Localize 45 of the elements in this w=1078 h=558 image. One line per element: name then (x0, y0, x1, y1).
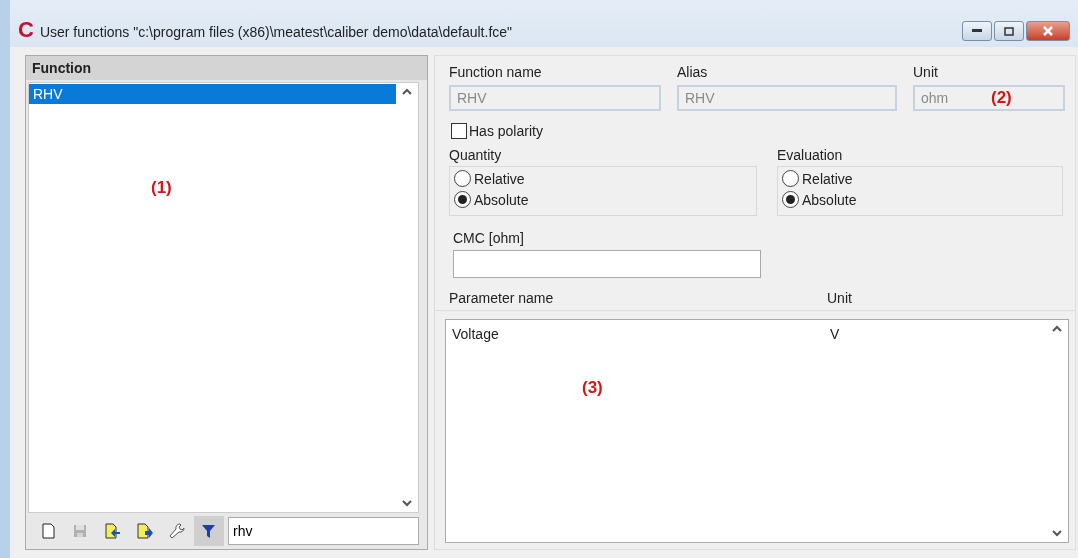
filter-button[interactable] (194, 516, 224, 546)
field-label: CMC [ohm] (453, 230, 525, 246)
radio-label: Relative (802, 170, 853, 187)
text-field[interactable] (453, 250, 761, 278)
group-label: Quantity (449, 147, 503, 163)
scroll-up-icon[interactable] (1051, 324, 1063, 334)
minimize-button[interactable] (962, 21, 992, 41)
checkbox-label: Has polarity (469, 123, 543, 139)
radio-button[interactable] (782, 170, 799, 187)
group-label: Evaluation (777, 147, 844, 163)
close-icon (1042, 26, 1054, 36)
table-cell-text: Voltage (452, 326, 500, 342)
column-header: Parameter name (449, 290, 555, 306)
document-arrow-left-icon (104, 523, 122, 539)
list-item[interactable]: RHV (29, 84, 396, 104)
column-header: Function (26, 56, 427, 80)
radio-label: Absolute (802, 191, 857, 208)
radio-label: Relative (474, 170, 525, 187)
annotation-label: (3) (582, 378, 603, 398)
radio-label: Absolute (474, 191, 529, 208)
field-label: Unit (913, 64, 939, 82)
maximize-icon (1004, 26, 1014, 36)
funnel-icon (200, 523, 218, 539)
field-label: Alias (677, 64, 709, 82)
close-button[interactable] (1026, 21, 1070, 41)
scroll-down-icon[interactable] (1051, 528, 1063, 538)
document-arrow-right-icon (136, 523, 154, 539)
wrench-icon (168, 523, 186, 539)
scroll-up-icon[interactable] (401, 87, 413, 97)
filter-field[interactable]: rhv (228, 517, 419, 545)
radio-button[interactable] (782, 191, 799, 208)
radio-button[interactable] (454, 191, 471, 208)
field-label: Function name (449, 64, 543, 82)
checkbox[interactable] (451, 123, 467, 139)
annotation-label: (2) (991, 88, 1012, 108)
minimize-icon (972, 29, 982, 33)
scroll-down-icon[interactable] (401, 498, 413, 508)
window-title: User functions "c:\program files (x86)\meatest\caliber demo\data\default.fce" (39, 24, 514, 41)
radio-button[interactable] (454, 170, 471, 187)
column-header: Unit (827, 290, 852, 306)
maximize-button[interactable] (994, 21, 1024, 41)
blank-page-icon (40, 523, 58, 539)
table-cell: V (830, 326, 840, 342)
annotation-label: (1) (151, 178, 172, 198)
app-logo: C (18, 19, 34, 41)
